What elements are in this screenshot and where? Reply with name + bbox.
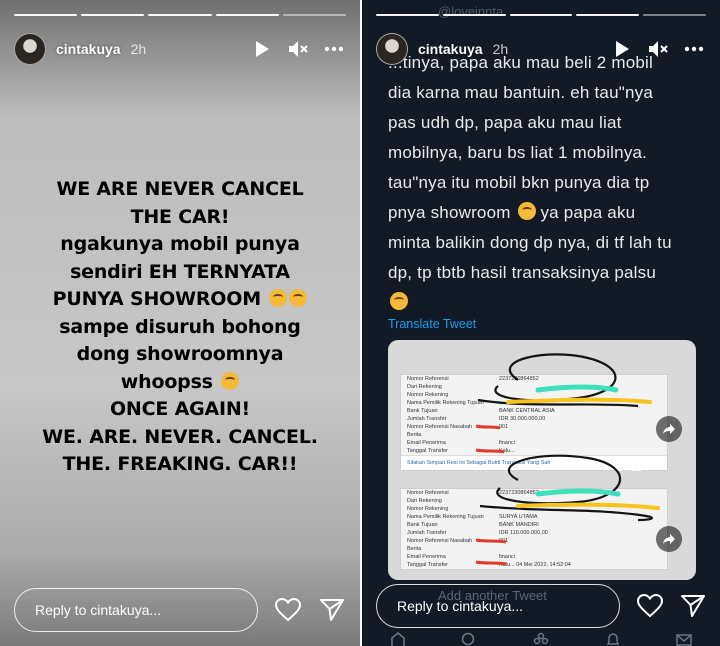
- translate-tweet-link[interactable]: Translate Tweet: [388, 317, 476, 331]
- post-time: 2h: [130, 41, 147, 57]
- story-line: dong showroomnya: [76, 343, 284, 365]
- fearful-face-emoji-icon: [221, 371, 240, 390]
- progress-segment: [442, 14, 506, 16]
- avatar[interactable]: [14, 33, 46, 65]
- exploding-head-emoji-icon: [289, 289, 308, 307]
- story-progress-bar: [14, 14, 347, 16]
- story-header: cintakuya 2h: [14, 32, 346, 66]
- tweet-line: dia karna mau bantuin. eh tau"nya: [388, 83, 653, 102]
- story-line-wrap: whoopss: [30, 369, 330, 397]
- story-line: ngakunya mobil punya: [60, 233, 300, 255]
- progress-segment: [148, 14, 212, 16]
- bell-icon: [606, 633, 619, 645]
- search-icon: [462, 632, 475, 646]
- story-left[interactable]: cintakuya 2h WE ARE NEVER CANCEL THE CAR…: [0, 0, 360, 646]
- play-icon[interactable]: [250, 37, 274, 61]
- tweet-line-wrap: pnya showroom ya papa aku: [388, 198, 696, 228]
- story-header: cintakuya 2h: [376, 32, 706, 66]
- send-icon[interactable]: [318, 595, 346, 625]
- play-icon[interactable]: [610, 37, 634, 61]
- username[interactable]: cintakuya: [56, 41, 121, 57]
- send-icon[interactable]: [679, 591, 706, 621]
- avatar[interactable]: [376, 33, 408, 65]
- grinning-sweat-emoji-icon: [517, 202, 536, 220]
- tweet-line: ya papa aku: [540, 203, 636, 222]
- mail-icon: [676, 634, 692, 646]
- tweet-media[interactable]: Nomor Referensi 2237230864852 Dari Rekeni…: [388, 340, 696, 580]
- story-line: THE. FREAKING. CAR!!: [62, 453, 298, 475]
- more-icon[interactable]: [682, 37, 706, 61]
- story-progress-bar: [376, 14, 706, 16]
- story-right[interactable]: @loveinnta ...tinya, papa aku mau beli 2…: [362, 0, 720, 646]
- more-icon[interactable]: [322, 37, 346, 61]
- twitter-bottom-nav: [362, 628, 720, 646]
- home-icon: [390, 632, 405, 646]
- story-line: PUNYA SHOWROOM: [52, 288, 261, 310]
- marker-scribble-overlay: [475, 353, 660, 566]
- exploding-head-emoji-icon: [269, 289, 288, 307]
- reply-input[interactable]: Reply to cintakuya...: [376, 584, 620, 628]
- story-line: WE. ARE. NEVER. CANCEL.: [42, 425, 318, 448]
- tweet-screenshot: @loveinnta ...tinya, papa aku mau beli 2…: [362, 0, 720, 646]
- fearful-face-emoji-icon: [390, 292, 408, 310]
- progress-segment: [509, 14, 573, 16]
- story-line: sendiri EH TERNYATA: [70, 260, 290, 283]
- story-text: WE ARE NEVER CANCEL THE CAR! ngakunya mo…: [30, 176, 330, 479]
- story-line: ONCE AGAIN!: [109, 398, 251, 420]
- heart-icon[interactable]: [274, 595, 302, 625]
- story-line: sampe disuruh bohong: [59, 315, 301, 338]
- reply-input[interactable]: Reply to cintakuya...: [14, 588, 258, 632]
- tweet-line: minta balikin dong dp nya, di tf lah tu: [388, 233, 672, 252]
- tweet-line-wrap: [388, 288, 696, 318]
- story-line: whoopss: [120, 370, 213, 393]
- tweet-line: pnya showroom: [388, 203, 511, 222]
- progress-segment: [576, 14, 640, 16]
- mute-icon[interactable]: [286, 37, 310, 61]
- story-line: WE ARE NEVER CANCEL: [56, 178, 304, 200]
- story-line: THE CAR!: [130, 205, 230, 228]
- tweet-line: dp, tp tbtb hasil transaksinya palsu: [388, 263, 657, 282]
- progress-segment: [376, 14, 439, 16]
- tweet-text: ...tinya, papa aku mau beli 2 mobil dia …: [388, 48, 696, 318]
- tweet-line: pas udh dp, papa aku mau liat: [388, 113, 622, 132]
- story-line-wrap: PUNYA SHOWROOM: [30, 286, 330, 314]
- tweet-line: mobilnya, baru bs liat 1 mobilnya.: [388, 143, 648, 162]
- progress-segment: [14, 14, 78, 16]
- mute-icon[interactable]: [646, 37, 670, 61]
- progress-segment: [282, 14, 347, 16]
- tweet-handle: @loveinnta: [438, 4, 504, 19]
- post-time: 2h: [492, 41, 509, 57]
- tweet-line: tau"nya itu mobil bkn punya dia tp: [388, 173, 650, 192]
- spaces-icon: [533, 632, 549, 645]
- progress-segment: [215, 14, 279, 16]
- reply-bar: Reply to cintakuya...: [376, 584, 706, 628]
- heart-icon[interactable]: [636, 591, 663, 621]
- progress-segment: [643, 14, 706, 16]
- username[interactable]: cintakuya: [418, 41, 483, 57]
- reply-bar: Reply to cintakuya...: [14, 588, 346, 632]
- progress-segment: [81, 14, 145, 16]
